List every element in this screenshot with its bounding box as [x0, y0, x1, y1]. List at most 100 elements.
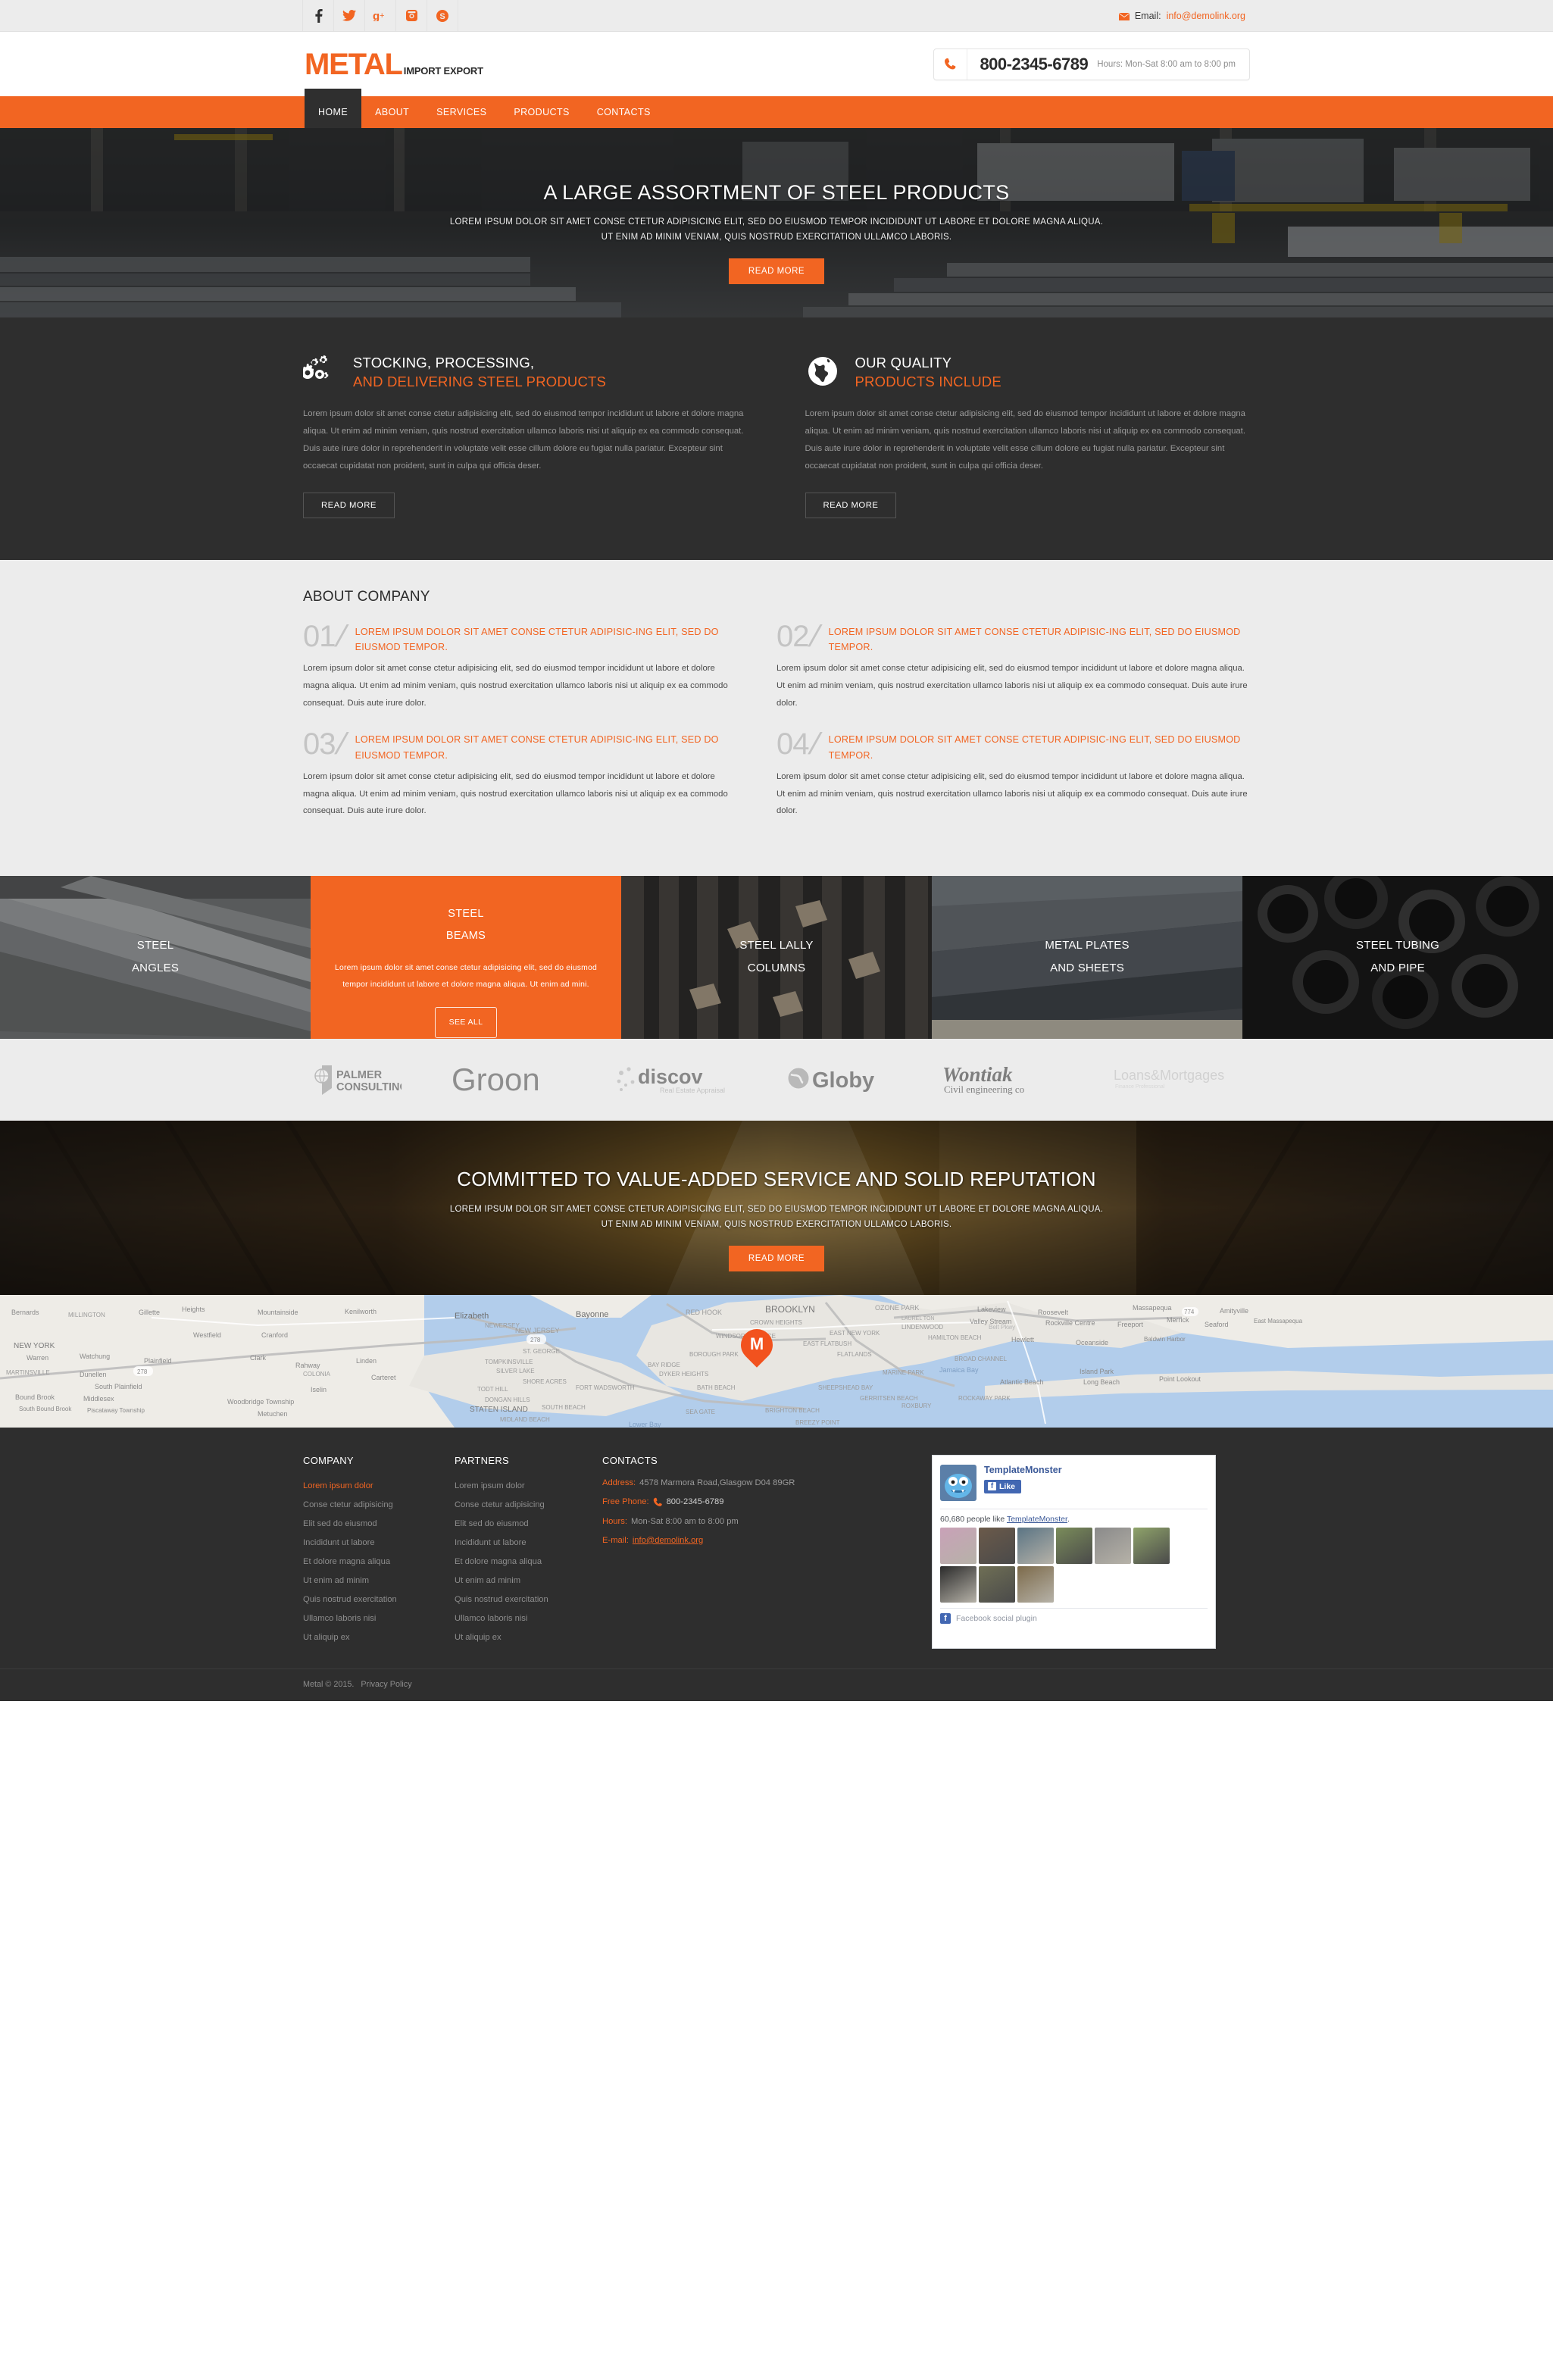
- phone-number[interactable]: 800-2345-6789: [967, 55, 1097, 74]
- nav-item-services[interactable]: SERVICES: [423, 96, 500, 128]
- product-panel-3[interactable]: STEEL LALLY COLUMNS: [621, 875, 932, 1039]
- footer-company-link[interactable]: Lorem ipsum dolor: [303, 1481, 373, 1490]
- footer-contacts-heading: CONTACTS: [602, 1454, 658, 1466]
- facebook-friend-avatar[interactable]: [1056, 1527, 1092, 1564]
- product-description: Lorem ipsum dolor sit amet conse ctetur …: [335, 964, 597, 990]
- footer-email-link[interactable]: info@demolink.org: [633, 1536, 703, 1545]
- google-plus-icon[interactable]: g +: [364, 0, 396, 31]
- partner-logo-groon[interactable]: Groon: [452, 1062, 565, 1098]
- facebook-plugin-icon: f: [940, 1612, 951, 1624]
- map-label: Long Beach: [1083, 1378, 1120, 1386]
- facebook-f-icon: f: [988, 1482, 996, 1491]
- facebook-like-button[interactable]: f Like: [984, 1479, 1022, 1493]
- footer-partners-link[interactable]: Quis nostrud exercitation: [455, 1595, 548, 1604]
- map-label: Elizabeth: [455, 1311, 489, 1321]
- about-item-02: 02/LOREM IPSUM DOLOR SIT AMET CONSE CTET…: [776, 620, 1250, 712]
- map-marker[interactable]: M: [734, 1321, 780, 1370]
- footer-company-list-item: Ut enim ad minim: [303, 1573, 455, 1587]
- product-panel-5[interactable]: STEEL TUBING AND PIPE: [1242, 875, 1553, 1039]
- location-map[interactable]: 278 278 774 Bernards MILLINGTON Gillette Heig…: [0, 1294, 1553, 1428]
- about-item-number: 01: [303, 619, 336, 653]
- phone-icon-footer: [653, 1497, 663, 1507]
- partner-logo-loans-and-mortgages[interactable]: Loans&Mortgages Finance Professional: [1114, 1063, 1242, 1096]
- facebook-friend-avatar[interactable]: [940, 1565, 976, 1603]
- facebook-friend-avatar[interactable]: [1095, 1527, 1131, 1564]
- map-label: Warren: [27, 1353, 49, 1362]
- feature-read-more-button[interactable]: READ MORE: [805, 492, 897, 518]
- footer-company-link[interactable]: Conse ctetur adipisicing: [303, 1500, 393, 1509]
- map-label: STATEN ISLAND: [470, 1405, 528, 1414]
- logo[interactable]: METAL IMPORT EXPORT: [303, 49, 483, 80]
- partner-logo-wontiak[interactable]: Wontiak Civil engineering co: [942, 1062, 1064, 1098]
- nav-item-products[interactable]: PRODUCTS: [500, 96, 583, 128]
- footer-company-link[interactable]: Ullamco laboris nisi: [303, 1614, 376, 1623]
- map-label: SHORE ACRES: [523, 1378, 567, 1385]
- facebook-friend-avatar[interactable]: [1017, 1527, 1054, 1564]
- site-header: METAL IMPORT EXPORT 800-2345-6789 Hours:…: [0, 32, 1553, 96]
- see-all-button[interactable]: SEE ALL: [434, 1006, 498, 1038]
- about-item-title: LOREM IPSUM DOLOR SIT AMET CONSE CTETUR …: [828, 626, 1241, 652]
- facebook-page-name[interactable]: TemplateMonster: [984, 1465, 1062, 1475]
- product-panel-4[interactable]: METAL PLATES AND SHEETS: [932, 875, 1242, 1039]
- footer-partners-link[interactable]: Et dolore magna aliqua: [455, 1557, 542, 1566]
- product-panel-1[interactable]: STEEL ANGLES: [0, 875, 311, 1039]
- email-value-link[interactable]: info@demolink.org: [1167, 11, 1245, 21]
- social-links: g + S: [302, 0, 458, 31]
- footer-partners-link[interactable]: Ullamco laboris nisi: [455, 1614, 527, 1623]
- hero-read-more-button[interactable]: READ MORE: [728, 258, 825, 284]
- map-label: Lakeview: [977, 1305, 1006, 1313]
- footer-company-link[interactable]: Ut aliquip ex: [303, 1633, 350, 1642]
- callout-read-more-button[interactable]: READ MORE: [728, 1245, 825, 1271]
- map-label: SOUTH BEACH: [542, 1403, 586, 1411]
- map-label: SHEEPSHEAD BAY: [818, 1384, 873, 1391]
- facebook-friend-avatar[interactable]: [1017, 1565, 1054, 1603]
- footer-partners-link[interactable]: Incididunt ut labore: [455, 1538, 527, 1547]
- instagram-icon[interactable]: [395, 0, 427, 31]
- main-nav: HOME ABOUT SERVICES PRODUCTS CONTACTS: [0, 89, 1553, 128]
- partner-logo-palmer-consulting[interactable]: PALMER CONSULTING: [311, 1062, 402, 1097]
- map-label: GERRITSEN BEACH: [860, 1394, 918, 1402]
- nav-item-about[interactable]: ABOUT: [361, 96, 423, 128]
- facebook-friend-avatar[interactable]: [979, 1565, 1015, 1603]
- map-label: BROOKLYN: [765, 1303, 815, 1315]
- facebook-friend-avatar[interactable]: [979, 1527, 1015, 1564]
- nav-item-contacts[interactable]: CONTACTS: [583, 96, 664, 128]
- map-label: MARTINSVILLE: [6, 1368, 50, 1376]
- facebook-count-link[interactable]: TemplateMonster: [1007, 1515, 1067, 1524]
- footer-company-link[interactable]: Ut enim ad minim: [303, 1576, 369, 1585]
- partner-logo-globy[interactable]: Globy: [786, 1062, 892, 1097]
- footer-company-link[interactable]: Elit sed do eiusmod: [303, 1519, 377, 1528]
- facebook-friend-avatar[interactable]: [940, 1527, 976, 1564]
- free-phone-value[interactable]: 800-2345-6789: [667, 1497, 724, 1506]
- footer-company-link[interactable]: Et dolore magna aliqua: [303, 1557, 390, 1566]
- footer-partners-link[interactable]: Ut aliquip ex: [455, 1633, 502, 1642]
- feature-card-2: OUR QUALITY PRODUCTS INCLUDE Lorem ipsum d…: [805, 354, 1251, 518]
- facebook-icon[interactable]: [302, 0, 334, 31]
- product-panel-2[interactable]: STEEL BEAMS Lorem ipsum dolor sit amet con…: [311, 875, 621, 1039]
- feature-title: STOCKING, PROCESSING,: [353, 355, 535, 371]
- footer-partners-link[interactable]: Elit sed do eiusmod: [455, 1519, 529, 1528]
- skype-icon[interactable]: S: [427, 0, 458, 31]
- map-label: OZONE PARK: [875, 1303, 920, 1312]
- feature-body: Lorem ipsum dolor sit amet conse ctetur …: [805, 408, 1245, 471]
- footer-company-link[interactable]: Quis nostrud exercitation: [303, 1595, 397, 1604]
- partner-logo-discov[interactable]: discov Real Estate Appraisal: [615, 1062, 736, 1097]
- feature-card-1: STOCKING, PROCESSING, AND DELIVERING STEE…: [303, 354, 748, 518]
- feature-read-more-button[interactable]: READ MORE: [303, 492, 395, 518]
- envelope-icon: [1118, 12, 1130, 20]
- map-label: Atlantic Beach: [1000, 1378, 1044, 1386]
- map-label: Rahway: [295, 1361, 320, 1369]
- footer-partners-link[interactable]: Ut enim ad minim: [455, 1576, 520, 1585]
- twitter-icon[interactable]: [333, 0, 365, 31]
- footer-partners-link[interactable]: Conse ctetur adipisicing: [455, 1500, 545, 1509]
- globe-icon: [805, 354, 840, 389]
- nav-item-home[interactable]: HOME: [305, 89, 362, 128]
- facebook-friend-avatar[interactable]: [1133, 1527, 1170, 1564]
- footer-company-link[interactable]: Incididunt ut labore: [303, 1538, 375, 1547]
- logo-sub-text: IMPORT EXPORT: [403, 64, 483, 77]
- privacy-policy-link[interactable]: Privacy Policy: [361, 1680, 411, 1689]
- product-title-line-1: STEEL: [136, 939, 174, 952]
- footer-company-list-item: Elit sed do eiusmod: [303, 1516, 455, 1530]
- footer-partners-link[interactable]: Lorem ipsum dolor: [455, 1481, 525, 1490]
- map-label: BOROUGH PARK: [689, 1350, 739, 1358]
